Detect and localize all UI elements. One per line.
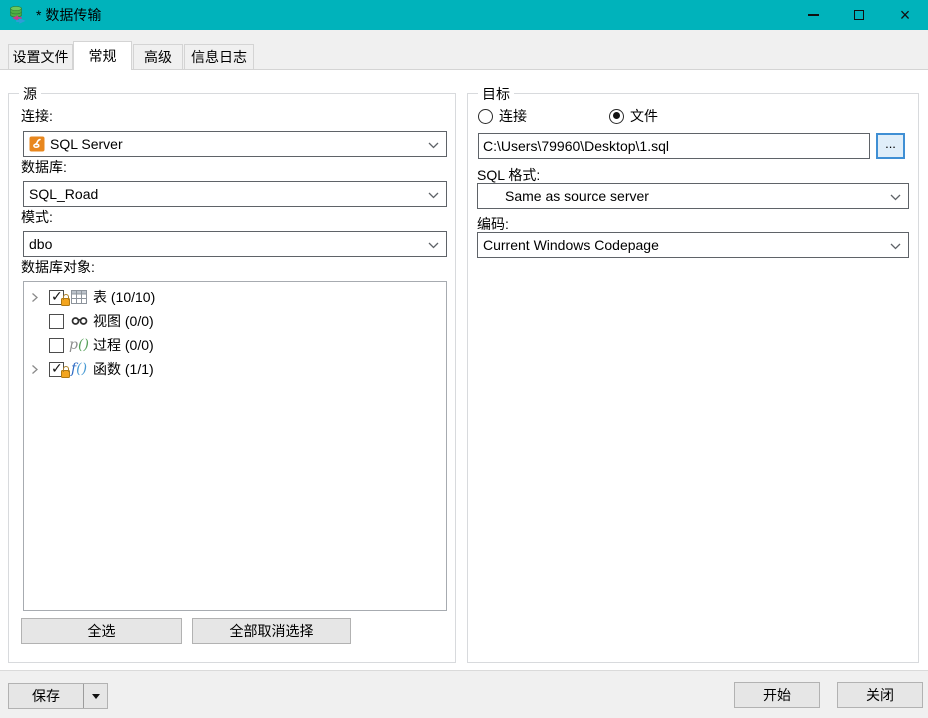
schema-value: dbo	[29, 236, 52, 252]
connection-select[interactable]: SQL Server	[23, 131, 447, 157]
database-value: SQL_Road	[29, 186, 98, 202]
schema-select[interactable]: dbo	[23, 231, 447, 257]
tab-label: 信息日志	[191, 47, 247, 67]
connection-label: 连接:	[21, 106, 53, 126]
view-icon	[69, 315, 89, 327]
caret-down-icon	[92, 694, 100, 699]
tab-label: 常规	[89, 46, 117, 66]
radio-label: 连接	[499, 106, 527, 126]
table-icon	[69, 290, 89, 304]
procedure-icon: p()	[69, 338, 89, 352]
target-group-title: 目标	[478, 84, 514, 104]
encoding-value: Current Windows Codepage	[483, 237, 659, 253]
lock-icon	[61, 370, 70, 378]
titlebar: * 数据传输 ×	[0, 0, 928, 30]
source-group-title: 源	[19, 84, 41, 104]
close-dialog-button[interactable]: 关闭	[837, 682, 923, 708]
database-objects-label: 数据库对象:	[21, 257, 95, 277]
save-dropdown-button[interactable]	[83, 684, 107, 708]
tab-label: 设置文件	[13, 47, 69, 67]
radio-circle-icon	[478, 109, 493, 124]
footer-bar: 保存 开始 关闭	[0, 670, 928, 718]
sql-format-select[interactable]: Same as source server	[477, 183, 909, 209]
tree-row-functions[interactable]: ✓ f() 函数 (1/1)	[24, 357, 446, 381]
tab-strip: 设置文件 常规 高级 信息日志	[0, 30, 928, 70]
encoding-label: 编码:	[477, 214, 509, 234]
button-label: 全部取消选择	[230, 621, 314, 641]
save-label: 保存	[32, 686, 60, 706]
deselect-all-button[interactable]: 全部取消选择	[192, 618, 351, 644]
tab-label: 高级	[144, 47, 172, 67]
select-all-button[interactable]: 全选	[21, 618, 182, 644]
start-button[interactable]: 开始	[734, 682, 820, 708]
close-icon: ×	[900, 6, 911, 24]
function-icon: f()	[69, 362, 89, 376]
procedures-checkbox[interactable]	[49, 338, 64, 353]
radio-label: 文件	[630, 106, 658, 126]
tree-item-label: 函数 (1/1)	[93, 359, 154, 379]
expand-chevron-icon[interactable]	[31, 364, 39, 375]
radio-circle-selected-icon	[609, 109, 624, 124]
connection-value: SQL Server	[50, 136, 123, 152]
views-checkbox[interactable]	[49, 314, 64, 329]
data-transfer-dialog: * 数据传输 × 设置文件 常规 高级 信息日志 源 连接: SQL Serve…	[0, 0, 928, 718]
sql-format-label: SQL 格式:	[477, 165, 540, 185]
source-group: 源 连接: SQL Server 数据库: SQL_Road 模式: dbo	[8, 93, 456, 663]
chevron-down-icon	[890, 194, 901, 201]
browse-label: ...	[885, 136, 896, 151]
sql-server-icon	[29, 136, 45, 152]
functions-checkbox[interactable]: ✓	[49, 362, 64, 377]
radio-file[interactable]: 文件	[609, 106, 658, 126]
tree-item-label: 视图 (0/0)	[93, 311, 154, 331]
content-area: 源 连接: SQL Server 数据库: SQL_Road 模式: dbo	[0, 70, 928, 670]
tab-message-log[interactable]: 信息日志	[184, 44, 254, 69]
sql-format-value: Same as source server	[505, 188, 649, 204]
save-button[interactable]: 保存	[9, 684, 83, 708]
radio-connection[interactable]: 连接	[478, 106, 527, 126]
tree-row-tables[interactable]: ✓ 表 (10/10)	[24, 285, 446, 309]
button-label: 关闭	[866, 685, 894, 705]
window-title: * 数据传输	[36, 5, 101, 25]
minimize-icon	[808, 14, 819, 16]
button-label: 开始	[763, 685, 791, 705]
minimize-button[interactable]	[790, 0, 836, 30]
tree-row-procedures[interactable]: p() 过程 (0/0)	[24, 333, 446, 357]
button-label: 全选	[88, 621, 116, 641]
expand-chevron-icon[interactable]	[31, 292, 39, 303]
database-objects-tree: ✓ 表 (10/10) 视图 (0/0)	[23, 281, 447, 611]
tab-general[interactable]: 常规	[73, 41, 132, 70]
file-path-input[interactable]	[478, 133, 870, 159]
lock-icon	[61, 298, 70, 306]
close-button[interactable]: ×	[882, 0, 928, 30]
schema-label: 模式:	[21, 207, 53, 227]
maximize-button[interactable]	[836, 0, 882, 30]
browse-button[interactable]: ...	[876, 133, 905, 159]
tab-profile[interactable]: 设置文件	[8, 44, 73, 69]
database-label: 数据库:	[21, 157, 67, 177]
tree-item-label: 表 (10/10)	[93, 287, 155, 307]
tables-checkbox[interactable]: ✓	[49, 290, 64, 305]
tree-row-views[interactable]: 视图 (0/0)	[24, 309, 446, 333]
app-icon	[8, 5, 28, 25]
save-split-button[interactable]: 保存	[8, 683, 108, 709]
tree-item-label: 过程 (0/0)	[93, 335, 154, 355]
chevron-down-icon	[428, 242, 439, 249]
database-select[interactable]: SQL_Road	[23, 181, 447, 207]
chevron-down-icon	[890, 243, 901, 250]
chevron-down-icon	[428, 142, 439, 149]
target-group: 目标 连接 文件 ... SQL 格式: Same as source serv…	[467, 93, 919, 663]
maximize-icon	[854, 10, 864, 20]
encoding-select[interactable]: Current Windows Codepage	[477, 232, 909, 258]
chevron-down-icon	[428, 192, 439, 199]
tab-advanced[interactable]: 高级	[133, 44, 183, 69]
